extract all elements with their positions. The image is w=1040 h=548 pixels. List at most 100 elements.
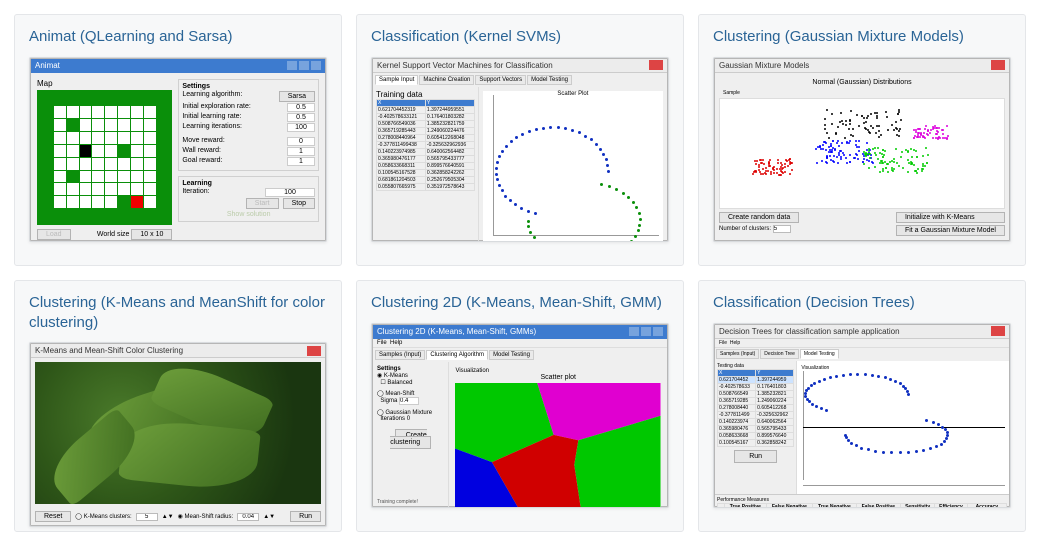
card-grid: Animat (QLearning and Sarsa) Animat Map … [14,14,1026,532]
status-bar: Training complete! [377,499,418,505]
close-icon [991,326,1005,336]
plot-title: Normal (Gaussian) Distributions [719,77,1005,88]
iteration-value[interactable] [265,188,315,197]
balanced-check[interactable]: Balanced [387,380,412,386]
window-title: Gaussian Mixture Models [719,61,809,70]
algo-select[interactable]: Sarsa [279,91,315,102]
window-title: Kernel Support Vector Machines for Class… [377,61,553,70]
animat-grid [37,90,172,225]
card-title[interactable]: Animat (QLearning and Sarsa) [29,27,327,47]
card-title[interactable]: Classification (Kernel SVMs) [371,27,669,47]
num-clusters-input[interactable] [773,225,791,233]
minimize-icon [629,327,639,336]
lbl: Wall reward: [182,147,221,156]
card-clustering-2d[interactable]: Clustering 2D (K-Means, Mean-Shift, GMM)… [356,280,684,532]
thumbnail-animat: Animat Map Load World size 10 x 10 [29,57,327,242]
exploration-input[interactable] [287,103,315,112]
meanshift-radio[interactable]: ◉ Mean-Shift radius: [178,513,234,520]
tab[interactable]: Samples (Input) [375,350,425,360]
thumbnail-clustering-2d: Clustering 2D (K-Means, Mean-Shift, GMMs… [371,323,669,508]
card-svm[interactable]: Classification (Kernel SVMs) Kernel Supp… [356,14,684,266]
menu-file[interactable]: File [719,340,727,346]
world-size-value[interactable]: 10 x 10 [131,229,172,240]
create-clustering-button[interactable]: Create clustering [390,429,431,449]
dt-scatter-plot: Visualization [797,361,1009,494]
spinner-icon[interactable]: ▲▼ [263,514,275,520]
kmeans-clusters-input[interactable] [136,513,158,521]
sigma-input[interactable] [399,397,419,405]
init-kmeans-button[interactable]: Initialize with K-Means [896,212,1005,223]
card-title[interactable]: Clustering (Gaussian Mixture Models) [713,27,1011,47]
tab[interactable]: Model Testing [489,350,534,360]
thumbnail-color-clustering: K-Means and Mean-Shift Color Clustering … [29,342,327,527]
iterations-input[interactable] [287,123,315,132]
tab[interactable]: Machine Creation [419,75,474,85]
card-animat[interactable]: Animat (QLearning and Sarsa) Animat Map … [14,14,342,266]
close-icon [653,327,663,336]
tab[interactable]: Samples (Input) [716,349,759,359]
iterations-value: 0 [407,416,410,422]
card-title[interactable]: Clustering 2D (K-Means, Mean-Shift, GMM) [371,293,669,313]
lbl: Move reward: [182,137,224,146]
thumbnail-decision-trees: Decision Trees for classification sample… [713,323,1011,508]
training-label: Training data [376,90,475,99]
kmeans-radio[interactable]: K-Means [384,373,408,379]
lbl: Initial exploration rate: [182,103,250,112]
lbl: Sigma [380,398,397,404]
close-icon [311,61,321,70]
spinner-icon[interactable]: ▲▼ [162,514,174,520]
lbl: Initial learning rate: [182,113,241,122]
goal-reward-input[interactable] [287,157,315,166]
lbl: Sample [723,90,740,96]
tab[interactable]: Clustering Algorithm [426,350,488,360]
dt-perf-table: True PositiveFalse NegativeTrue Negative… [717,503,1007,508]
menu-help[interactable]: Help [730,340,740,346]
wall-reward-input[interactable] [287,147,315,156]
card-title[interactable]: Classification (Decision Trees) [713,293,1011,313]
window-title: Clustering 2D (K-Means, Mean-Shift, GMMs… [377,327,536,336]
run-button[interactable]: Run [734,450,777,463]
window-title: Decision Trees for classification sample… [719,327,900,336]
tab[interactable]: Support Vectors [475,75,526,85]
lbl: Learning iterations: [182,123,242,132]
maximize-icon [641,327,651,336]
meanshift-radius-input[interactable] [237,513,259,521]
learning-rate-input[interactable] [287,113,315,122]
gmm-scatter-plot [719,98,1005,209]
settings-label: Settings [377,366,401,372]
kmeans-radio[interactable]: ◯ K-Means clusters: [75,513,131,520]
card-decision-trees[interactable]: Classification (Decision Trees) Decision… [698,280,1026,532]
stop-button[interactable]: Stop [283,198,315,209]
close-icon [991,60,1005,70]
window-title: K-Means and Mean-Shift Color Clustering [35,346,183,355]
show-solution-link[interactable]: Show solution [182,211,315,218]
fit-gmm-button[interactable]: Fit a Gaussian Mixture Model [896,225,1005,236]
plot-title: Scatter Plot [483,91,663,97]
card-title[interactable]: Clustering (K-Means and MeanShift for co… [29,293,327,332]
svm-scatter-plot: Scatter Plot [483,91,663,242]
close-icon [649,60,663,70]
start-button[interactable]: Start [246,198,279,209]
maximize-icon [299,61,309,70]
menu-file[interactable]: File [377,340,387,346]
window-title: Animat [35,61,60,70]
world-size-label: World size [97,231,130,238]
thumbnail-gmm: Gaussian Mixture Models Normal (Gaussian… [713,57,1011,242]
tab[interactable]: Model Testing [800,349,839,359]
run-button[interactable]: Run [290,511,321,522]
dt-data-table: XY0.6217044521.397244959-0.4025786330.17… [717,369,794,447]
tab[interactable]: Sample Input [375,75,418,85]
reset-button[interactable]: Reset [35,511,71,522]
lbl: Iterations [380,416,405,422]
lbl: Goal reward: [182,157,222,166]
create-random-button[interactable]: Create random data [719,212,799,223]
card-color-clustering[interactable]: Clustering (K-Means and MeanShift for co… [14,280,342,532]
close-icon [307,346,321,356]
tab[interactable]: Model Testing [527,75,572,85]
tab[interactable]: Decision Tree [760,349,799,359]
load-button[interactable]: Load [37,229,71,240]
card-gmm[interactable]: Clustering (Gaussian Mixture Models) Gau… [698,14,1026,266]
menu-help[interactable]: Help [390,340,402,346]
voronoi-plot [455,383,661,508]
move-reward-input[interactable] [287,137,315,146]
